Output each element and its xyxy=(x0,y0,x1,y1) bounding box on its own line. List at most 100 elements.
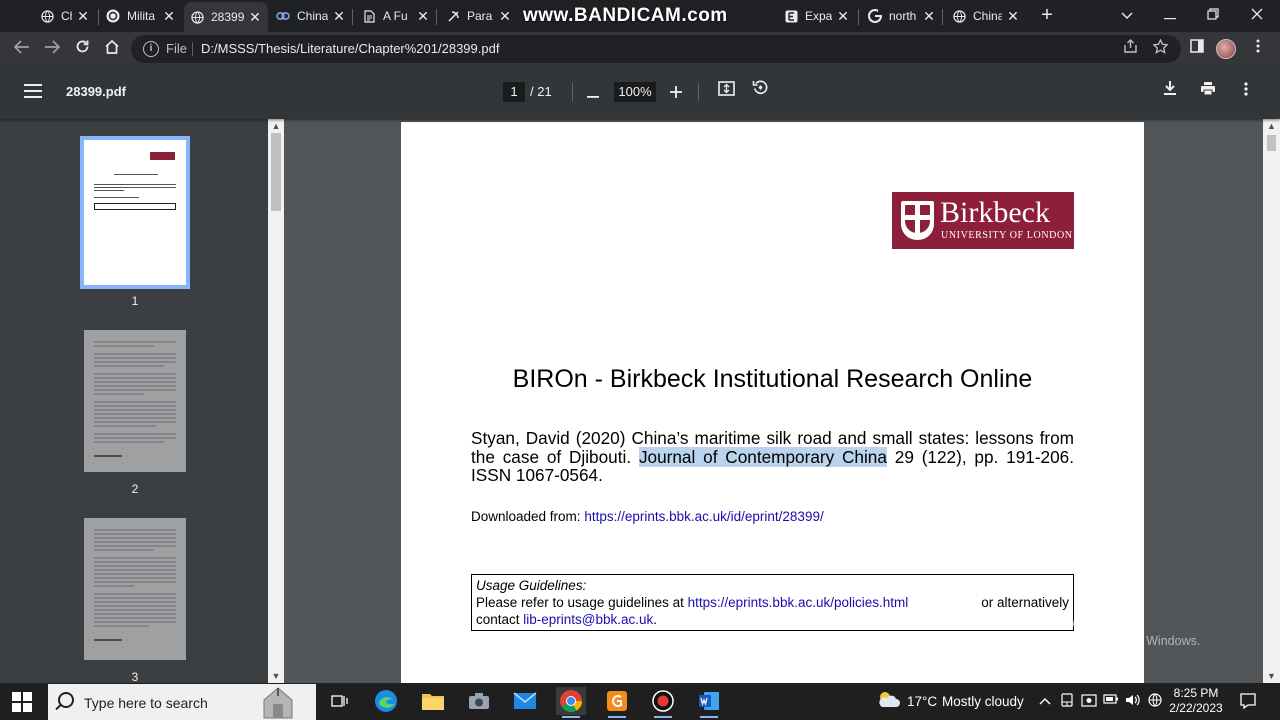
battery-icon[interactable] xyxy=(1103,693,1119,709)
notification-icon[interactable] xyxy=(1239,692,1257,710)
record-icon[interactable] xyxy=(648,687,678,718)
pdf-page[interactable]: Birkbeck UNIVERSITY OF LONDON BIROn - Bi… xyxy=(401,122,1144,683)
home-button[interactable] xyxy=(100,37,124,61)
taskbar-clock[interactable]: 8:25 PM 2/22/2023 xyxy=(1168,686,1224,716)
fit-to-page-button[interactable] xyxy=(713,79,739,105)
info-icon[interactable]: i xyxy=(143,41,159,57)
downloaded-from: Downloaded from: https://eprints.bbk.ac.… xyxy=(471,509,824,524)
page-thumbnail[interactable] xyxy=(84,518,186,660)
tab-china-2[interactable]: China ✕ xyxy=(270,3,352,29)
tab-north[interactable]: north ✕ xyxy=(862,3,942,29)
sidebar-scrollbar[interactable]: ▲ ▼ xyxy=(268,119,284,683)
word-icon[interactable] xyxy=(694,687,724,718)
windows-start-icon[interactable] xyxy=(12,692,32,712)
forward-button[interactable] xyxy=(40,37,64,61)
more-vertical-icon xyxy=(1256,39,1260,53)
scroll-down-icon[interactable]: ▼ xyxy=(1263,669,1280,683)
print-icon xyxy=(1201,82,1215,96)
pdf-more-button[interactable] xyxy=(1233,79,1259,105)
hamburger-menu-icon[interactable] xyxy=(22,81,44,103)
side-panel-button[interactable] xyxy=(1185,37,1209,61)
close-icon[interactable]: ✕ xyxy=(76,8,90,25)
touchpad-icon[interactable] xyxy=(1059,693,1075,709)
side-panel-icon xyxy=(1190,39,1204,53)
tab-title: China xyxy=(61,9,72,23)
mail-icon[interactable] xyxy=(510,687,540,715)
clock-date: 2/22/2023 xyxy=(1169,701,1223,715)
tab-search-button[interactable] xyxy=(1112,4,1142,26)
reload-button[interactable] xyxy=(70,37,94,61)
address-bar[interactable]: i File D:/MSSS/Thesis/Literature/Chapter… xyxy=(131,35,1181,63)
close-icon[interactable]: ✕ xyxy=(922,8,936,25)
scroll-down-icon[interactable]: ▼ xyxy=(268,669,284,683)
tab-china-3[interactable]: China ✕ xyxy=(946,3,1026,29)
windows-taskbar: Type here to search 17°C Mostly cloudy 8… xyxy=(0,683,1280,720)
close-icon[interactable]: ✕ xyxy=(248,9,262,26)
tab-military[interactable]: Milita ✕ xyxy=(100,3,182,29)
restore-button[interactable] xyxy=(1198,4,1228,26)
zoom-out-button[interactable] xyxy=(580,79,606,105)
scroll-up-icon[interactable]: ▲ xyxy=(268,119,284,133)
close-icon[interactable]: ✕ xyxy=(836,8,850,25)
taskbar-search[interactable]: Type here to search xyxy=(48,684,316,720)
scrollbar-thumb[interactable] xyxy=(1267,135,1276,151)
tab-china-1[interactable]: China ✕ xyxy=(34,3,96,29)
edge-icon[interactable] xyxy=(371,687,401,715)
eprint-link[interactable]: https://eprints.bbk.ac.uk/id/eprint/2839… xyxy=(584,509,823,524)
thumb-text-lines xyxy=(94,341,176,457)
file-explorer-icon[interactable] xyxy=(418,687,448,715)
zoom-level-input[interactable] xyxy=(614,82,656,102)
weather-description[interactable]: Mostly cloudy xyxy=(942,694,1024,709)
new-tab-button[interactable]: + xyxy=(1036,5,1058,27)
bookmark-star-icon[interactable] xyxy=(1150,38,1170,59)
close-window-button[interactable] xyxy=(1242,4,1272,26)
guidelines-line: Please refer to usage guidelines at http… xyxy=(476,594,908,611)
reload-icon xyxy=(76,40,88,53)
page-number-input[interactable] xyxy=(503,82,525,102)
share-icon[interactable] xyxy=(1121,39,1141,59)
download-button[interactable] xyxy=(1157,79,1183,105)
close-icon[interactable]: ✕ xyxy=(162,8,176,25)
guidelines-heading: Usage Guidelines: xyxy=(476,578,587,593)
capture-icon[interactable] xyxy=(1081,693,1097,709)
page-thumbnail[interactable] xyxy=(84,330,186,472)
minus-icon xyxy=(587,96,599,98)
tab-para[interactable]: Para ✕ xyxy=(440,3,518,29)
url-text[interactable]: D:/MSSS/Thesis/Literature/Chapter%201/28… xyxy=(201,41,499,56)
minimize-button[interactable] xyxy=(1155,4,1185,26)
home-icon xyxy=(105,39,119,54)
zoom-in-button[interactable] xyxy=(663,79,689,105)
rotate-button[interactable] xyxy=(747,79,773,105)
language-icon[interactable] xyxy=(1147,693,1163,709)
weather-temperature[interactable]: 17°C xyxy=(907,694,937,709)
back-button[interactable] xyxy=(10,37,34,61)
close-icon[interactable]: ✕ xyxy=(416,8,430,25)
chrome-menu-button[interactable] xyxy=(1246,37,1270,61)
scrollbar-thumb[interactable] xyxy=(271,133,281,211)
tab-28399-pdf[interactable]: 28399 ✕ xyxy=(184,2,268,32)
grammarly-icon[interactable] xyxy=(602,687,632,718)
scroll-up-icon[interactable]: ▲ xyxy=(1263,119,1280,133)
weather-cloudy-icon[interactable] xyxy=(876,689,900,711)
tab-expa[interactable]: Expa ✕ xyxy=(778,3,856,29)
search-placeholder: Type here to search xyxy=(84,695,208,711)
profile-avatar[interactable] xyxy=(1216,39,1236,59)
close-icon[interactable]: ✕ xyxy=(498,8,512,25)
chevron-up-icon[interactable] xyxy=(1037,693,1053,709)
policies-link[interactable]: https://eprints.bbk.ac.uk/policies.html xyxy=(688,595,909,610)
print-button[interactable] xyxy=(1195,79,1221,105)
close-icon[interactable]: ✕ xyxy=(332,8,346,25)
more-vertical-icon xyxy=(1244,82,1248,96)
chrome-taskbar-icon[interactable] xyxy=(556,687,586,718)
address-separator xyxy=(192,42,193,56)
tab-title: Para xyxy=(467,9,493,23)
tab-a-fu[interactable]: A Fu ✕ xyxy=(356,3,436,29)
speaker-icon[interactable] xyxy=(1125,693,1141,709)
email-link[interactable]: lib-eprints@bbk.ac.uk xyxy=(523,612,653,627)
task-view-icon[interactable] xyxy=(325,687,355,715)
viewer-scrollbar[interactable]: ▲ ▼ xyxy=(1263,119,1280,683)
page-thumbnail[interactable] xyxy=(80,136,190,289)
pdf-toolbar: 28399.pdf / 21 xyxy=(0,66,1280,119)
camera-app-icon[interactable] xyxy=(464,687,494,715)
close-icon[interactable]: ✕ xyxy=(1006,8,1020,25)
